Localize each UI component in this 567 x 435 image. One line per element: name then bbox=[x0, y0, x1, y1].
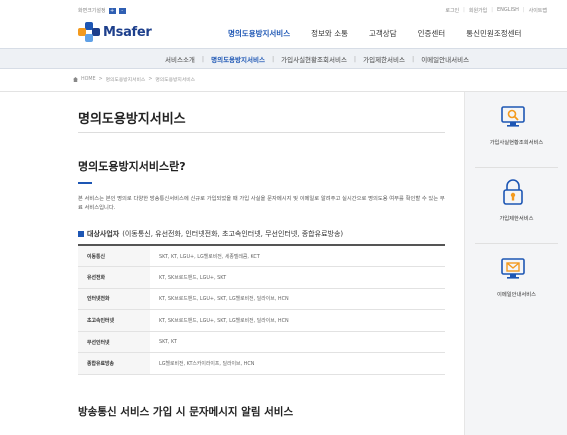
quick-item-restriction[interactable]: 가입제한서비스 bbox=[465, 168, 567, 243]
utility-links: 로그인 | 회원가입 | ENGLISH | 사이트맵 bbox=[445, 7, 547, 14]
table-key: 무선인터넷 bbox=[78, 331, 150, 354]
breadcrumb-home[interactable]: HOME bbox=[81, 77, 96, 82]
subnav-item-identity-theft[interactable]: 명의도용방지서비스 bbox=[204, 54, 272, 64]
table-key: 인터넷전화 bbox=[78, 288, 150, 311]
quick-label: 이메일안내서비스 bbox=[497, 292, 536, 298]
sitemap-link[interactable]: 사이트맵 bbox=[529, 7, 547, 14]
gnb-item-info[interactable]: 정보와 소통 bbox=[311, 28, 348, 39]
zoom-out-button[interactable]: - bbox=[118, 7, 126, 14]
service-description: 본 서비스는 본인 명의로 다양한 방송통신서비스에 신규로 가입되었을 때 가… bbox=[78, 196, 445, 211]
lock-user-icon bbox=[503, 179, 523, 205]
monitor-mail-icon bbox=[501, 258, 525, 279]
table-row: 이동통신 SKT, KT, LGU+, LG헬로비전, 세종텔레콤, KCT bbox=[78, 245, 445, 268]
logo-text: Msafer bbox=[103, 24, 152, 40]
quick-label: 가입사실현황조회서비스 bbox=[489, 140, 544, 146]
join-link[interactable]: 회원가입 bbox=[469, 7, 487, 14]
breadcrumb-sep: > bbox=[148, 77, 153, 82]
global-nav: Msafer 명의도용방지서비스 정보와 소통 고객상담 인증센터 통신민원조정… bbox=[0, 18, 567, 48]
gnb-item-identity-theft[interactable]: 명의도용방지서비스 bbox=[228, 28, 290, 39]
table-value: SKT, KT bbox=[150, 331, 445, 354]
login-link[interactable]: 로그인 bbox=[445, 7, 459, 14]
section-title: 명의도용방지서비스란? bbox=[78, 160, 186, 173]
breadcrumb: HOME > 명의도용방지서비스 > 명의도용방지서비스 bbox=[73, 76, 195, 83]
divider: | bbox=[491, 7, 493, 13]
table-value: SKT, KT, LGU+, LG헬로비전, 세종텔레콤, KCT bbox=[150, 245, 445, 268]
breadcrumb-sep: > bbox=[98, 77, 103, 82]
zoom-in-button[interactable]: + bbox=[108, 7, 116, 14]
table-value: KT, SK브로드밴드, LGU+, SKT, LG헬로비전, 딜라이브, HC… bbox=[150, 309, 445, 332]
subnav-item-email[interactable]: 이메일안내서비스 bbox=[414, 54, 476, 64]
table-row: 무선인터넷 SKT, KT bbox=[78, 331, 445, 354]
gnb-menu: 명의도용방지서비스 정보와 소통 고객상담 인증센터 통신민원조정센터 bbox=[228, 28, 542, 39]
logo-mark-icon bbox=[78, 22, 100, 42]
quick-label: 가입제한서비스 bbox=[499, 216, 534, 222]
table-value: LG헬로비전, KT스카이라이프, 딜라이브, HCN bbox=[150, 352, 445, 376]
table-row: 초고속인터넷 KT, SK브로드밴드, LGU+, SKT, LG헬로비전, 딜… bbox=[78, 309, 445, 332]
divider bbox=[78, 132, 445, 133]
quick-item-subscription-check[interactable]: 가입사실현황조회서비스 bbox=[465, 92, 567, 167]
utility-bar: 화면크기설정 + - 로그인 | 회원가입 | ENGLISH | 사이트맵 bbox=[0, 0, 567, 18]
table-row: 인터넷전화 KT, SK브로드밴드, LGU+, SKT, LG헬로비전, 딜라… bbox=[78, 288, 445, 311]
home-icon[interactable] bbox=[73, 77, 78, 82]
table-value: KT, SK브로드밴드, LGU+, SKT bbox=[150, 266, 445, 289]
table-key: 초고속인터넷 bbox=[78, 309, 150, 332]
quick-menu: 가입사실현황조회서비스 가입제한서비스 이메일안내서비스 bbox=[464, 92, 567, 435]
english-link[interactable]: ENGLISH bbox=[497, 7, 519, 14]
bullet-square-icon bbox=[78, 231, 84, 237]
page-title: 명의도용방지서비스 bbox=[78, 112, 186, 127]
monitor-search-icon bbox=[501, 106, 525, 127]
divider: | bbox=[463, 7, 465, 13]
sub-nav: 서비스소개 | 명의도용방지서비스 | 가입사실현황조회서비스 | 가입제한서비… bbox=[0, 48, 567, 69]
zoom-control: 화면크기설정 + - bbox=[78, 7, 126, 14]
gnb-item-support[interactable]: 고객상담 bbox=[369, 28, 397, 39]
table-row: 종합유료방송 LG헬로비전, KT스카이라이프, 딜라이브, HCN bbox=[78, 352, 445, 376]
zoom-label: 화면크기설정 bbox=[78, 8, 106, 14]
section3-title: 방송통신 서비스 가입 시 문자메시지 알림 서비스 bbox=[78, 406, 294, 418]
table-row: 유선전화 KT, SK브로드밴드, LGU+, SKT bbox=[78, 266, 445, 289]
breadcrumb-item[interactable]: 명의도용방지서비스 bbox=[106, 76, 146, 83]
table-value: KT, SK브로드밴드, LGU+, SKT, LG헬로비전, 딜라이브, HC… bbox=[150, 288, 445, 311]
subnav-item-restriction[interactable]: 가입제한서비스 bbox=[356, 54, 412, 64]
target-text: (이동통신, 유선전화, 인터넷전화, 초고속인터넷, 무선인터넷, 종합유료방… bbox=[122, 230, 344, 238]
table-key: 종합유료방송 bbox=[78, 352, 150, 376]
quick-item-email[interactable]: 이메일안내서비스 bbox=[465, 244, 567, 319]
table-key: 유선전화 bbox=[78, 266, 150, 289]
subnav-item-subscription-check[interactable]: 가입사실현황조회서비스 bbox=[274, 54, 354, 64]
target-providers: 대상사업자 (이동통신, 유선전화, 인터넷전화, 초고속인터넷, 무선인터넷,… bbox=[78, 229, 343, 239]
gnb-item-cert[interactable]: 인증센터 bbox=[418, 28, 446, 39]
breadcrumb-current: 명의도용방지서비스 bbox=[155, 78, 196, 83]
subnav-item-intro[interactable]: 서비스소개 bbox=[158, 54, 202, 64]
divider: | bbox=[522, 7, 525, 13]
target-label: 대상사업자 bbox=[87, 230, 120, 238]
site-logo[interactable]: Msafer bbox=[78, 22, 152, 42]
gnb-item-complaint[interactable]: 통신민원조정센터 bbox=[466, 28, 521, 39]
providers-table: 이동통신 SKT, KT, LGU+, LG헬로비전, 세종텔레콤, KCT 유… bbox=[78, 244, 445, 376]
section-title-underline bbox=[78, 182, 92, 184]
table-key: 이동통신 bbox=[78, 245, 150, 268]
